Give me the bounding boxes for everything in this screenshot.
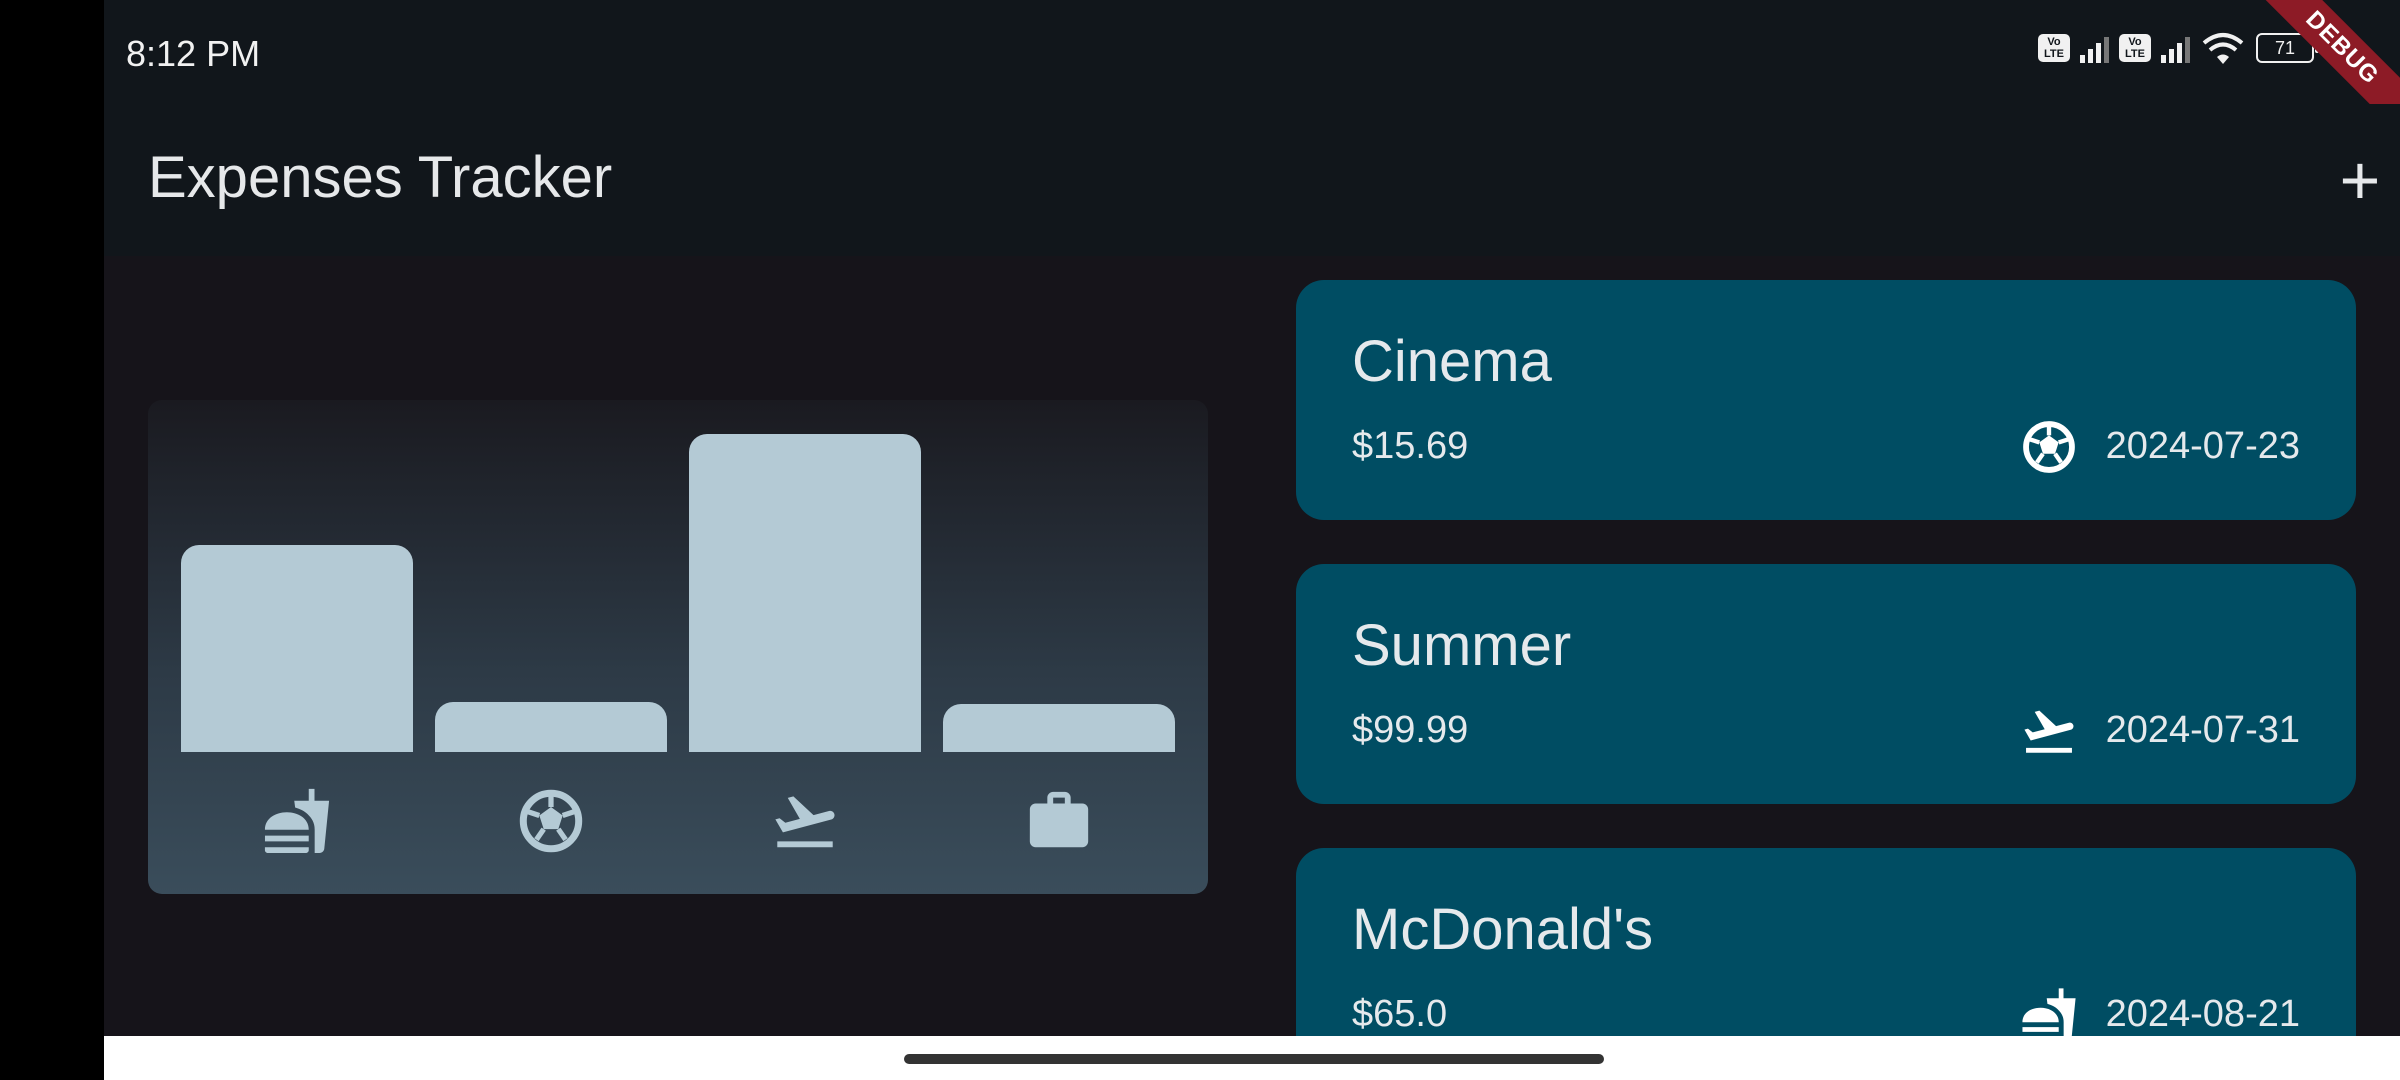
expense-amount: $15.69 (1352, 425, 1469, 467)
chart-bar-travel (689, 434, 921, 752)
expense-card[interactable]: Cinema $15.69 2024-07-23 (1296, 280, 2356, 520)
chart-bar-leisure (435, 702, 667, 752)
app-bar: Expenses Tracker + (104, 104, 2400, 256)
expense-amount: $99.99 (1352, 709, 1469, 751)
signal-icon-2 (2161, 33, 2190, 63)
expense-title: McDonald's (1352, 897, 1654, 962)
volte-icon-2: Vo LTE (2119, 34, 2151, 62)
flight-takeoff-icon (770, 786, 840, 856)
volte-icon: Vo LTE (2038, 34, 2070, 62)
chart-bar-work (943, 704, 1175, 752)
expense-title: Summer (1352, 613, 1572, 678)
expense-date: 2024-08-21 (2105, 993, 2300, 1035)
status-bar: 8:12 PM Vo LTE Vo LTE 71 DEBUG (104, 0, 2400, 147)
expense-amount: $65.0 (1352, 993, 1448, 1035)
soccer-ball-icon (516, 786, 586, 856)
status-clock: 8:12 PM (126, 33, 261, 74)
signal-icon (2080, 33, 2109, 63)
expense-title: Cinema (1352, 329, 1552, 394)
status-icons: Vo LTE Vo LTE 71 (2038, 30, 2319, 66)
home-indicator[interactable] (904, 1054, 1604, 1064)
expense-date: 2024-07-23 (2105, 425, 2300, 467)
app-screen: 8:12 PM Vo LTE Vo LTE 71 DEBUG Expenses Tr… (104, 0, 2400, 1036)
soccer-ball-icon (2020, 418, 2078, 476)
flight-takeoff-icon (2020, 702, 2078, 760)
briefcase-icon (1024, 786, 1094, 856)
navigation-bar (104, 1036, 2400, 1080)
fastfood-icon (2020, 986, 2078, 1036)
expense-date: 2024-07-31 (2105, 709, 2300, 751)
chart-category-icons (148, 772, 1208, 872)
expense-list[interactable]: Cinema $15.69 2024-07-23 Summer $99.99 2024-0… (1296, 280, 2356, 1036)
fastfood-icon (262, 786, 332, 856)
page-title: Expenses Tracker (148, 145, 613, 210)
expense-card[interactable]: Summer $99.99 2024-07-31 (1296, 564, 2356, 804)
add-expense-button[interactable]: + (2320, 142, 2400, 222)
expense-card[interactable]: McDonald's $65.0 2024-08-21 (1296, 848, 2356, 1036)
expenses-chart (148, 400, 1208, 894)
chart-bar-food (181, 545, 413, 752)
chart-bars (148, 400, 1208, 752)
wifi-icon (2202, 33, 2244, 64)
